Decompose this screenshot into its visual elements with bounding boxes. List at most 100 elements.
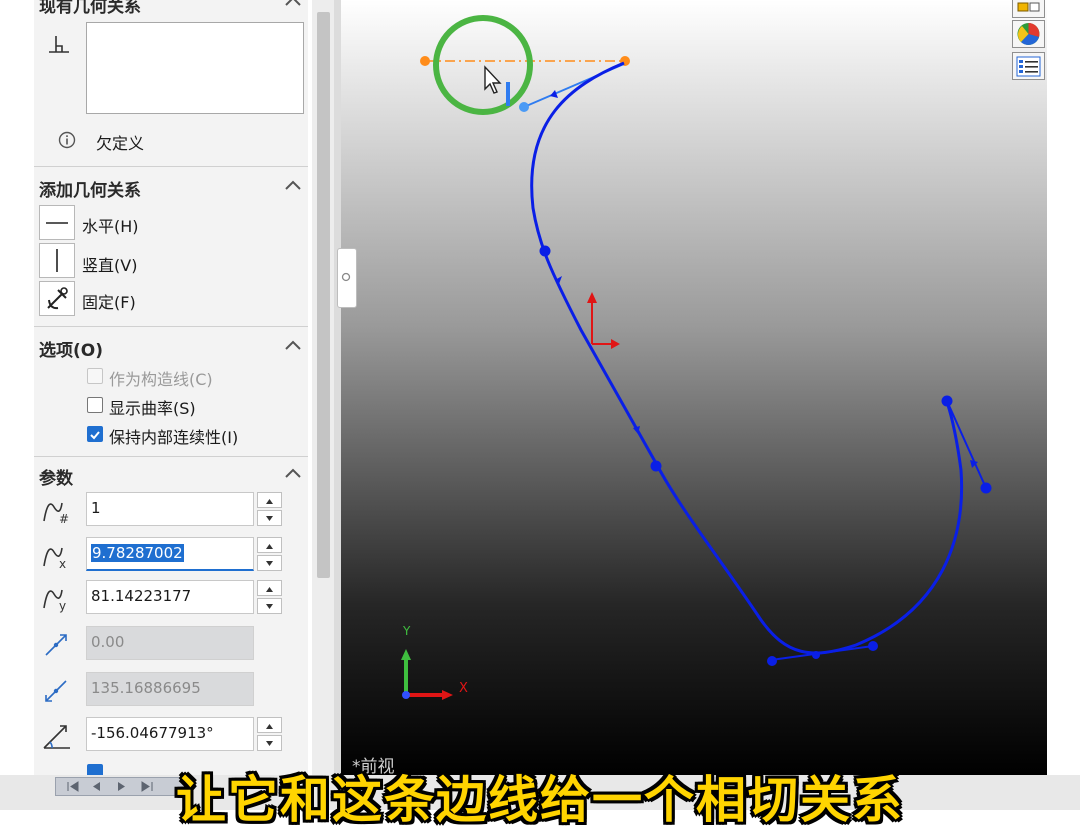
divider xyxy=(34,326,308,327)
spin-up-button[interactable] xyxy=(257,717,282,733)
x-coordinate-spinner[interactable] xyxy=(257,537,283,571)
section-title: 选项(O) xyxy=(39,341,103,361)
relation-vertical-button[interactable] xyxy=(39,243,75,278)
design-library-icon xyxy=(1017,2,1040,12)
relation-glyph xyxy=(506,82,510,106)
spline-point[interactable] xyxy=(539,245,551,257)
spline-point[interactable] xyxy=(767,656,777,666)
caret-up-icon xyxy=(266,587,273,592)
sketch-canvas[interactable] xyxy=(341,0,1047,775)
caret-down-icon xyxy=(266,561,273,566)
graphics-viewport[interactable]: Y X xyxy=(341,0,1047,775)
origin-arrow-right xyxy=(611,339,620,349)
section-existing-relations-header[interactable]: 现有几何关系 xyxy=(34,0,308,18)
existing-relations-list[interactable] xyxy=(86,22,304,114)
chevron-up-icon[interactable] xyxy=(282,335,304,357)
divider xyxy=(34,456,308,457)
spline-end-point[interactable] xyxy=(941,395,953,407)
tangent-handle-point[interactable] xyxy=(519,102,529,112)
y-coordinate-spinner[interactable] xyxy=(257,580,283,614)
custom-properties-button[interactable] xyxy=(1012,52,1045,80)
origin-arrow-up xyxy=(587,292,597,303)
highlight-circle xyxy=(433,15,533,115)
section-parameters-header[interactable]: 参数 xyxy=(34,460,308,490)
tangent-handle-point[interactable] xyxy=(980,482,992,494)
construction-label: 作为构造线(C) xyxy=(109,370,213,389)
relation-horizontal-label[interactable]: 水平(H) xyxy=(82,213,139,237)
section-title: 参数 xyxy=(39,469,73,489)
panel-scrollbar-thumb[interactable] xyxy=(317,12,330,578)
spline-curve[interactable] xyxy=(530,61,964,655)
point-number-spinner[interactable] xyxy=(257,492,283,526)
show-curvature-checkbox[interactable] xyxy=(87,397,103,413)
design-library-button[interactable] xyxy=(1012,0,1045,18)
tangent-weight-2-input: 135.16886695 xyxy=(86,672,254,706)
tangent-direction-icon xyxy=(43,725,70,749)
chevron-up-icon[interactable] xyxy=(282,463,304,485)
spline-point[interactable] xyxy=(812,651,820,659)
appearance-button[interactable] xyxy=(1012,20,1045,48)
property-manager-panel: 现有几何关系 欠定义 添加几何关系 水平(H) 竖直(V) 固定(F) 选项(O… xyxy=(34,0,308,775)
checkmark-icon xyxy=(90,431,100,440)
perpendicular-relation-icon xyxy=(49,36,69,53)
chevron-up-icon[interactable] xyxy=(282,175,304,197)
bottom-handle-line[interactable] xyxy=(770,645,874,661)
spline-point[interactable] xyxy=(650,460,662,472)
viewport-edge xyxy=(334,0,341,775)
caret-up-icon xyxy=(266,499,273,504)
relation-fix-button[interactable] xyxy=(39,281,75,316)
x-coordinate-input[interactable]: 9.78287002 xyxy=(86,537,254,571)
relation-fix-label[interactable]: 固定(F) xyxy=(82,289,136,313)
mouse-cursor-icon xyxy=(484,65,502,94)
section-add-relations-header[interactable]: 添加几何关系 xyxy=(34,172,308,202)
properties-list-icon xyxy=(1016,56,1041,77)
spin-down-button[interactable] xyxy=(257,598,282,614)
point-number-input[interactable]: 1 xyxy=(86,492,254,526)
endpoint-handle[interactable] xyxy=(420,56,430,66)
relation-vertical-label[interactable]: 竖直(V) xyxy=(82,252,137,276)
construction-checkbox[interactable] xyxy=(87,368,103,384)
triad-x-label: X xyxy=(459,681,468,696)
vertical-line-icon xyxy=(56,249,58,272)
section-title: 现有几何关系 xyxy=(39,0,141,17)
video-caption: 让它和这条边线给一个相切关系 xyxy=(176,771,904,829)
left-margin xyxy=(0,0,34,810)
appearance-color-wheel-icon xyxy=(1017,23,1040,45)
horizontal-line-icon xyxy=(46,222,68,224)
divider xyxy=(34,166,308,167)
spin-down-button[interactable] xyxy=(257,735,282,751)
section-options-header[interactable]: 选项(O) xyxy=(34,332,308,362)
show-curvature-label[interactable]: 显示曲率(S) xyxy=(109,395,196,419)
spin-down-button[interactable] xyxy=(257,555,282,571)
panel-collapse-handle[interactable] xyxy=(337,248,357,308)
right-handle-line[interactable] xyxy=(946,400,987,489)
svg-text:#: # xyxy=(59,512,69,526)
y-coordinate-input[interactable]: 81.14223177 xyxy=(86,580,254,614)
triad-y-arrow xyxy=(401,649,411,660)
relation-horizontal-button[interactable] xyxy=(39,205,75,240)
caret-up-icon xyxy=(266,544,273,549)
section-title: 添加几何关系 xyxy=(39,181,141,201)
maintain-continuity-checkbox[interactable] xyxy=(87,426,103,442)
collapse-dot-icon xyxy=(341,272,351,282)
task-pane-toolbar xyxy=(1011,0,1047,85)
triad-x-arrow xyxy=(442,690,453,700)
status-text: 欠定义 xyxy=(96,134,145,153)
tangent-direction-spinner[interactable] xyxy=(257,717,283,751)
spin-up-button[interactable] xyxy=(257,492,282,508)
right-margin xyxy=(1047,0,1080,775)
spline-x-coordinate-icon: x xyxy=(43,547,66,571)
spin-up-button[interactable] xyxy=(257,537,282,553)
tangent-direction-input[interactable]: -156.04677913° xyxy=(86,717,254,751)
spline-point[interactable] xyxy=(868,641,878,651)
info-icon xyxy=(58,131,76,149)
tangent-weight-2-icon xyxy=(45,680,67,702)
caret-down-icon xyxy=(266,516,273,521)
triad-origin xyxy=(402,691,410,699)
spline-y-coordinate-icon: y xyxy=(43,589,66,613)
fix-anchor-icon xyxy=(47,287,68,310)
spin-down-button[interactable] xyxy=(257,510,282,526)
maintain-continuity-label[interactable]: 保持内部连续性(I) xyxy=(109,424,238,448)
chevron-up-icon[interactable] xyxy=(282,0,304,13)
spin-up-button[interactable] xyxy=(257,580,282,596)
